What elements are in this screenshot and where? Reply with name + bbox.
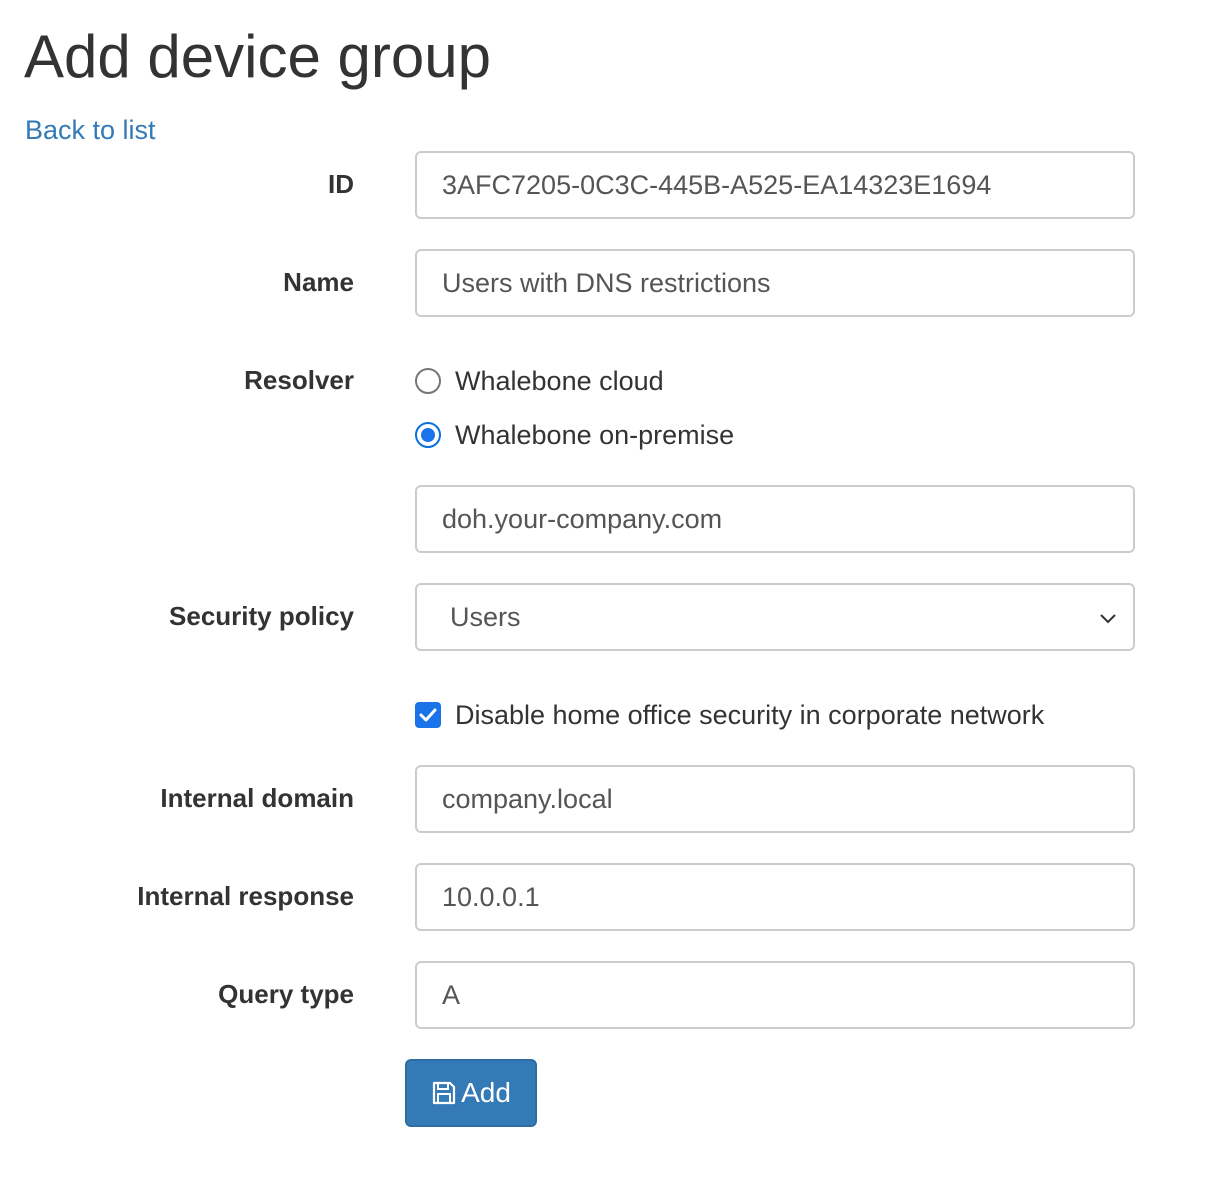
security-policy-selected-value: Users xyxy=(450,601,521,632)
checkmark-icon xyxy=(419,708,437,722)
internal-response-label: Internal response xyxy=(137,881,354,911)
id-field[interactable] xyxy=(415,151,1135,219)
home-office-option[interactable]: Disable home office security in corporat… xyxy=(415,698,1044,732)
page-title: Add device group xyxy=(24,23,491,90)
internal-domain-label: Internal domain xyxy=(160,783,354,813)
radio-cloud[interactable] xyxy=(415,368,441,394)
radio-on-premise[interactable] xyxy=(415,422,441,448)
name-label: Name xyxy=(283,267,354,297)
resolver-label: Resolver xyxy=(244,365,354,395)
back-to-list-link[interactable]: Back to list xyxy=(25,114,156,146)
security-policy-select[interactable]: Users xyxy=(415,583,1135,651)
internal-response-field[interactable] xyxy=(415,863,1135,931)
resolver-option-cloud[interactable]: Whalebone cloud xyxy=(415,364,664,398)
security-policy-label: Security policy xyxy=(169,601,354,631)
add-button[interactable]: Add xyxy=(405,1059,537,1127)
resolver-option-cloud-label: Whalebone cloud xyxy=(455,366,664,396)
internal-domain-field[interactable] xyxy=(415,765,1135,833)
id-label: ID xyxy=(328,169,354,199)
query-type-field[interactable] xyxy=(415,961,1135,1029)
resolver-option-on-premise-label: Whalebone on-premise xyxy=(455,420,735,450)
chevron-down-icon xyxy=(1100,614,1116,624)
query-type-label: Query type xyxy=(218,979,354,1009)
resolver-endpoint-field[interactable] xyxy=(415,485,1135,553)
home-office-checkbox[interactable] xyxy=(415,702,441,728)
add-button-label: Add xyxy=(461,1077,511,1108)
name-field[interactable] xyxy=(415,249,1135,317)
save-icon xyxy=(431,1080,457,1106)
home-office-label: Disable home office security in corporat… xyxy=(455,700,1045,730)
resolver-option-on-premise[interactable]: Whalebone on-premise xyxy=(415,418,734,452)
